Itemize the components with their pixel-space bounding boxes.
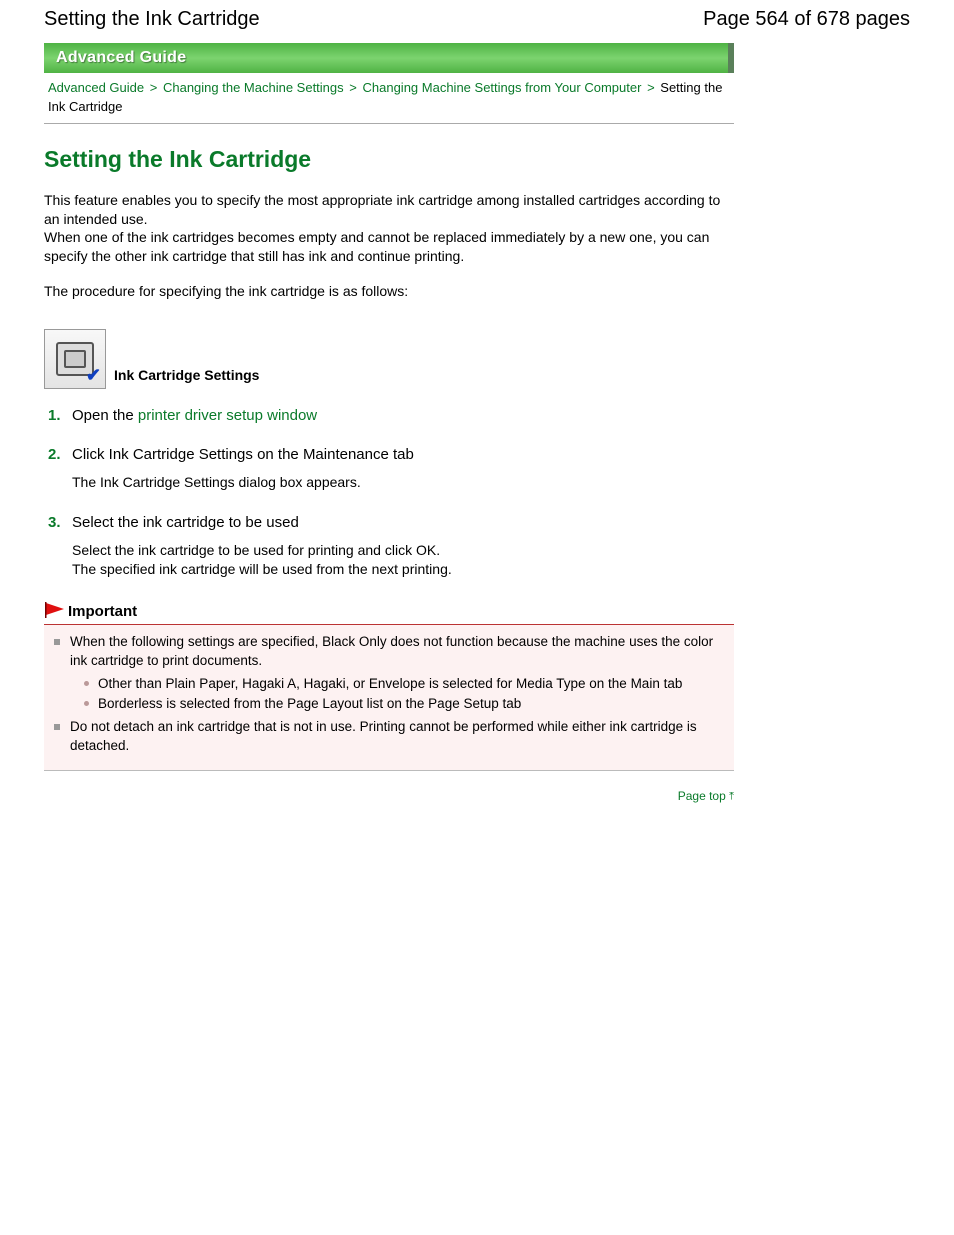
page-title: Setting the Ink Cartridge <box>44 146 734 173</box>
step-number: 2. <box>48 446 61 463</box>
step-3-head: Select the ink cartridge to be used <box>72 514 299 531</box>
flag-icon <box>44 601 66 622</box>
doc-title: Setting the Ink Cartridge <box>44 8 260 31</box>
step-2-sub: The Ink Cartridge Settings dialog box ap… <box>72 473 734 492</box>
page-indicator: Page 564 of 678 pages <box>703 8 910 31</box>
breadcrumb-link-1[interactable]: Changing the Machine Settings <box>163 80 344 95</box>
important-item-1-text: When the following settings are specifie… <box>70 634 713 668</box>
section-banner: Advanced Guide <box>44 43 734 73</box>
important-subitem-2: Borderless is selected from the Page Lay… <box>84 695 726 714</box>
intro-paragraph-2: The procedure for specifying the ink car… <box>44 282 734 301</box>
step-number: 3. <box>48 514 61 531</box>
page-top-link[interactable]: Page top <box>678 789 726 803</box>
step-number: 1. <box>48 407 61 424</box>
intro-paragraph-1: This feature enables you to specify the … <box>44 191 734 267</box>
important-label: Important <box>68 603 137 620</box>
breadcrumb-sep: > <box>150 80 158 95</box>
printer-driver-setup-link[interactable]: printer driver setup window <box>138 407 317 424</box>
breadcrumb: Advanced Guide > Changing the Machine Se… <box>44 77 734 124</box>
breadcrumb-sep: > <box>647 80 655 95</box>
banner-label: Advanced Guide <box>56 49 186 67</box>
important-header: Important <box>44 601 734 625</box>
step-1: 1. Open the printer driver setup window <box>44 407 734 424</box>
step-3-sub: Select the ink cartridge to be used for … <box>72 541 734 579</box>
checkmark-icon: ✔ <box>86 365 101 386</box>
step-3: 3. Select the ink cartridge to be used S… <box>44 514 734 579</box>
step-2: 2. Click Ink Cartridge Settings on the M… <box>44 446 734 492</box>
important-item-1: When the following settings are specifie… <box>52 633 726 715</box>
breadcrumb-link-0[interactable]: Advanced Guide <box>48 80 144 95</box>
important-item-2: Do not detach an ink cartridge that is n… <box>52 718 726 756</box>
step-2-head: Click Ink Cartridge Settings on the Main… <box>72 446 414 463</box>
icon-label: Ink Cartridge Settings <box>114 367 259 389</box>
step-1-text: Open the <box>72 407 138 424</box>
breadcrumb-link-2[interactable]: Changing Machine Settings from Your Comp… <box>363 80 642 95</box>
intro-text-1: This feature enables you to specify the … <box>44 192 720 227</box>
intro-text-2: When one of the ink cartridges becomes e… <box>44 229 709 264</box>
important-subitem-1: Other than Plain Paper, Hagaki A, Hagaki… <box>84 675 726 694</box>
important-box: When the following settings are specifie… <box>44 625 734 771</box>
up-arrow-icon: ⤒ <box>729 790 734 802</box>
ink-cartridge-settings-icon: ✔ <box>44 329 106 389</box>
breadcrumb-sep: > <box>349 80 357 95</box>
